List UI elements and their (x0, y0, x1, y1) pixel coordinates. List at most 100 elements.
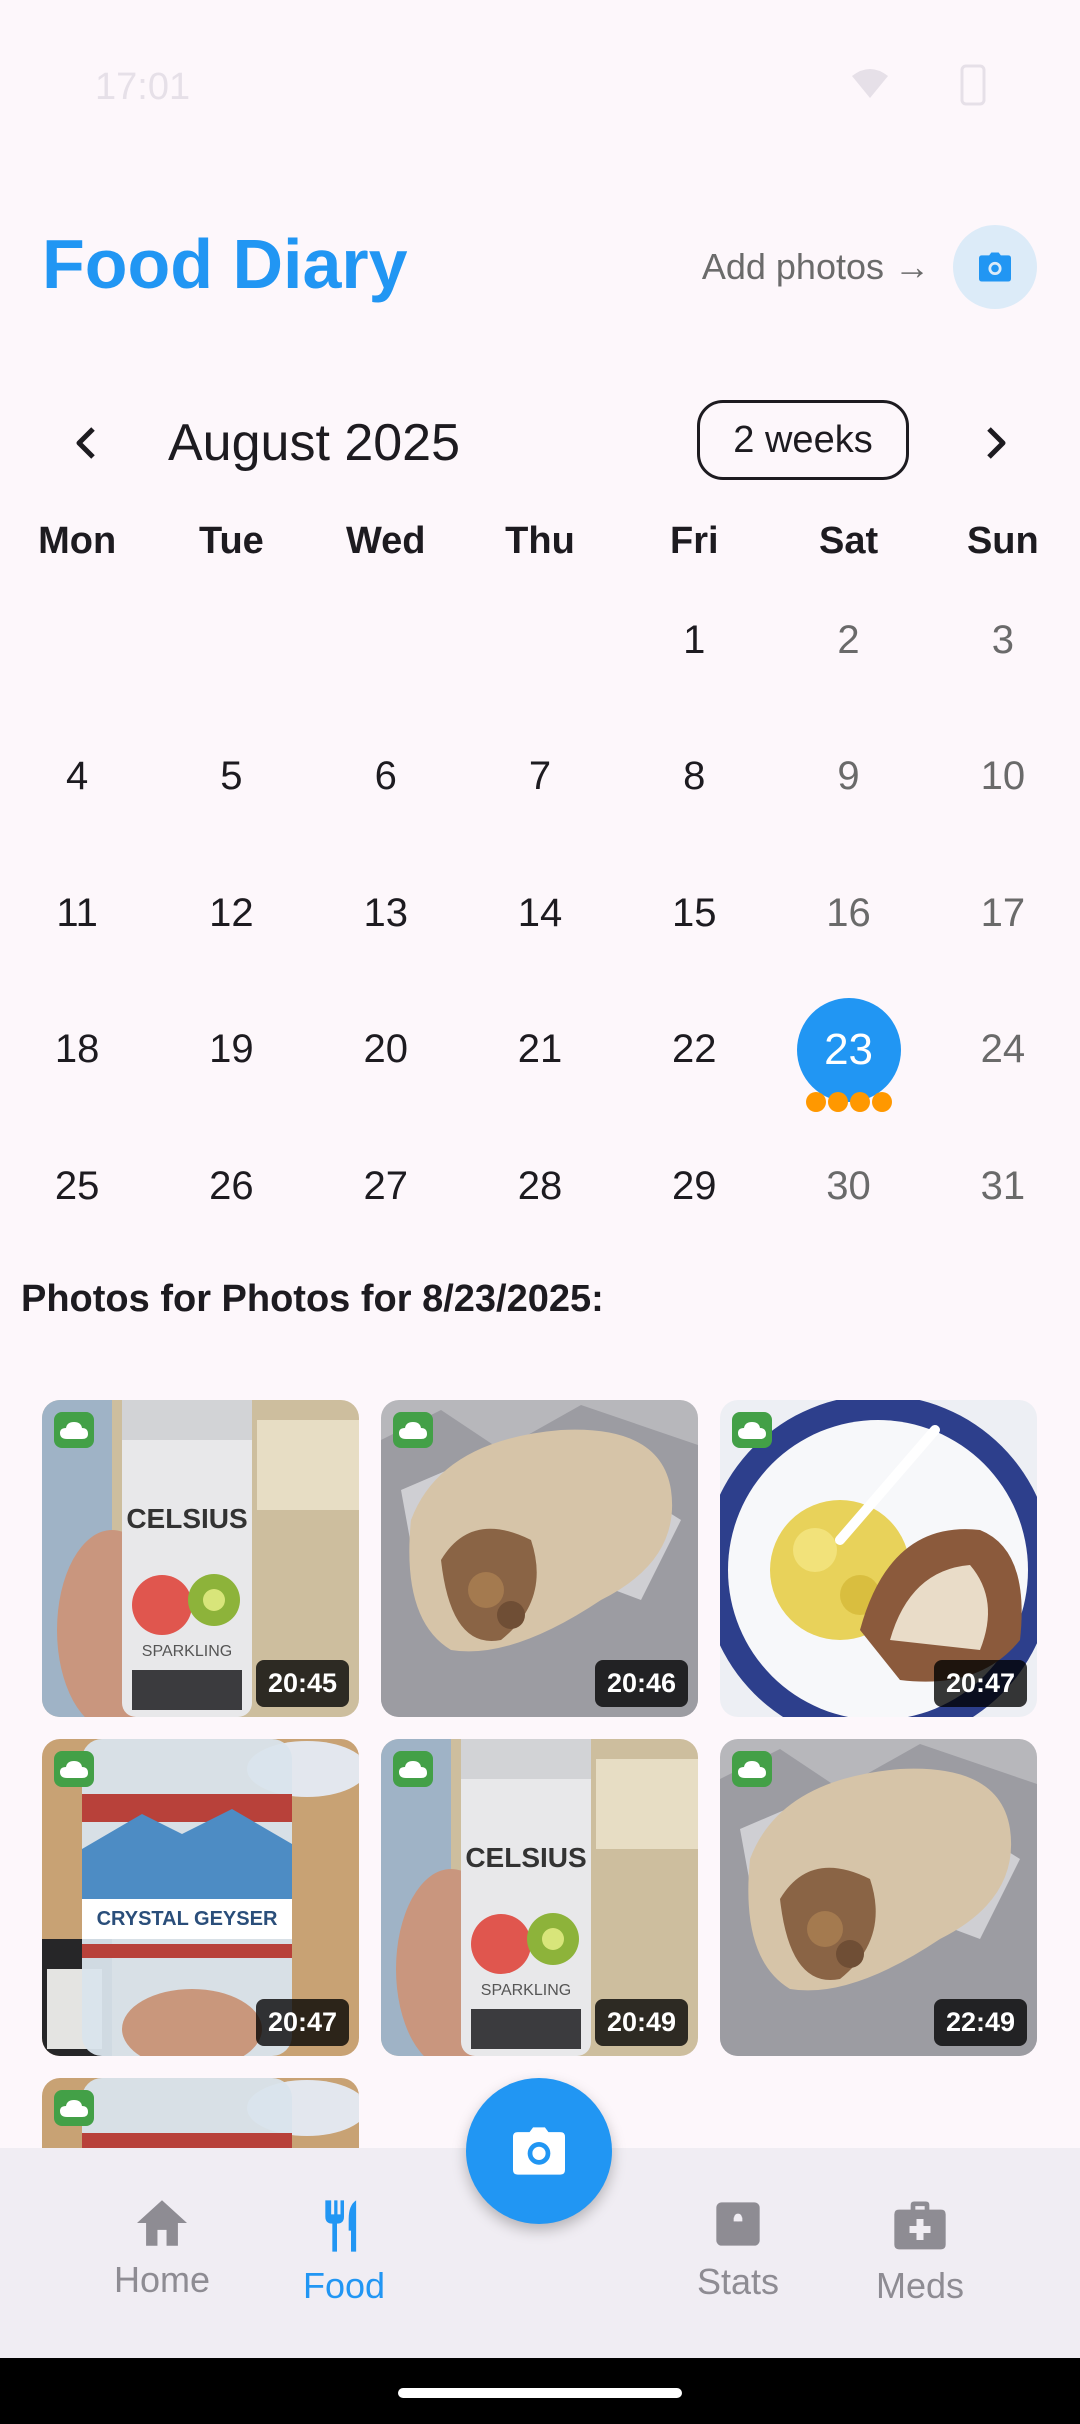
cloud-icon (54, 1751, 94, 1787)
calendar-day-17[interactable]: 17 (926, 863, 1080, 963)
calendar-week-row: 18 19 20 21 22 23 24 (0, 997, 1080, 1137)
weekday-label: Wed (345, 520, 426, 562)
calendar-week-row: 1 2 3 (0, 590, 1080, 727)
fork-knife-icon (325, 2200, 357, 2252)
photo-thumbnail[interactable]: 20:47 (720, 1400, 1037, 1717)
calendar-day-16[interactable]: 16 (771, 863, 925, 963)
entry-dot (849, 1091, 870, 1112)
calendar-day-6[interactable]: 6 (309, 727, 463, 827)
calendar-day-number: 25 (54, 1163, 100, 1208)
entry-dots (805, 1091, 892, 1112)
weekday-label: Tue (199, 520, 264, 562)
photo-thumbnail[interactable]: CELSIUS SPARKLING 20:49 (381, 1739, 698, 2056)
weekday-label: Fri (669, 520, 719, 562)
calendar-day-25[interactable]: 25 (0, 1136, 154, 1236)
calendar-day-12[interactable]: 12 (154, 863, 308, 963)
calendar-day-number: 9 (837, 754, 860, 798)
system-nav-bar (0, 2358, 1080, 2424)
status-time: 17:01 (95, 66, 191, 108)
photo-time-badge: 22:49 (933, 1999, 1027, 2046)
photo-grid: CELSIUS SPARKLING 20:45 20:46 20:47 CRYS… (42, 1400, 1042, 2150)
calendar-day-8[interactable]: 8 (617, 727, 771, 827)
nav-item-stats[interactable]: Stats (648, 2198, 828, 2303)
calendar-day-29[interactable]: 29 (617, 1136, 771, 1236)
chevron-right-icon (987, 427, 1006, 459)
calendar-day-19[interactable]: 19 (154, 1000, 308, 1100)
calendar-day-number: 30 (826, 1163, 871, 1208)
nav-label: Food (302, 2265, 386, 2306)
calendar-day-30[interactable]: 30 (771, 1136, 925, 1236)
calendar-day-number: 29 (672, 1163, 717, 1208)
calendar-day-3[interactable]: 3 (926, 590, 1080, 690)
photo-time-badge: 20:47 (933, 1660, 1027, 1707)
calendar-day-11[interactable]: 11 (0, 863, 154, 963)
calendar-day-number: 18 (54, 1027, 100, 1071)
calendar-day-21[interactable]: 21 (463, 1000, 617, 1100)
cloud-icon (393, 1412, 433, 1448)
calendar-day-number: 12 (209, 890, 254, 935)
calendar-day-number: 15 (672, 890, 717, 935)
calendar-day-number: 17 (980, 890, 1026, 935)
add-photos-hint: Add photos → (701, 246, 930, 287)
calendar-day-4[interactable]: 4 (0, 727, 154, 827)
camera-fab-button[interactable] (466, 2078, 612, 2224)
calendar-day-24[interactable]: 24 (926, 1000, 1080, 1100)
cloud-icon (54, 1412, 94, 1448)
nav-label: Stats (696, 2261, 780, 2302)
next-month-button[interactable] (968, 415, 1024, 471)
photo-time-badge: 20:46 (594, 1660, 688, 1707)
calendar-day-26[interactable]: 26 (154, 1136, 308, 1236)
page-title: Food Diary (42, 225, 408, 303)
calendar-day-27[interactable]: 27 (309, 1136, 463, 1236)
photo-thumbnail[interactable]: CRYSTAL GEYSER (42, 2078, 359, 2150)
calendar-day-5[interactable]: 5 (154, 727, 308, 827)
photo-thumbnail[interactable]: CELSIUS SPARKLING 20:45 (42, 1400, 359, 1717)
calendar-day-number: 23 (796, 997, 901, 1102)
battery-icon (960, 62, 986, 106)
photo-thumbnail[interactable]: CRYSTAL GEYSER 20:47 (42, 1739, 359, 2056)
calendar-day-15[interactable]: 15 (617, 863, 771, 963)
calendar-day-18[interactable]: 18 (0, 1000, 154, 1100)
range-toggle-button[interactable]: 2 weeks (697, 400, 909, 480)
calendar-week-row: 4 5 6 7 8 9 10 (0, 727, 1080, 864)
calendar-day-number: 21 (517, 1027, 563, 1071)
calendar-day-22[interactable]: 22 (617, 1000, 771, 1100)
calendar-day-number: 26 (209, 1163, 254, 1208)
calendar-day-10[interactable]: 10 (926, 727, 1080, 827)
svg-text:SPARKLING: SPARKLING (481, 1982, 571, 1999)
nav-item-meds[interactable]: Meds (830, 2198, 1010, 2307)
calendar-day-28[interactable]: 28 (463, 1136, 617, 1236)
photo-thumbnail[interactable]: 20:46 (381, 1400, 698, 1717)
calendar-grid: 1 2 3 4 5 6 7 8 9 10 11 12 13 14 15 16 17 18 19 20 21 22 23 24 2… (0, 590, 1080, 1273)
calendar-empty-cell (154, 590, 308, 690)
prev-month-button[interactable] (58, 415, 114, 471)
nav-item-home[interactable]: Home (72, 2198, 252, 2301)
calendar-day-number: 2 (837, 617, 860, 662)
wifi-icon (850, 66, 890, 100)
photo-time-badge: 20:47 (255, 1999, 349, 2046)
calendar-day-1[interactable]: 1 (617, 590, 771, 690)
calendar-day-31[interactable]: 31 (926, 1136, 1080, 1236)
calendar-day-13[interactable]: 13 (309, 863, 463, 963)
calendar-day-2[interactable]: 2 (771, 590, 925, 690)
home-gesture-handle[interactable] (398, 2388, 682, 2398)
calendar-day-9[interactable]: 9 (771, 727, 925, 827)
calendar-day-14[interactable]: 14 (463, 863, 617, 963)
photo-thumbnail[interactable]: 22:49 (720, 1739, 1037, 2056)
calendar-day-number: 31 (980, 1163, 1026, 1208)
calendar-day-number: 24 (980, 1027, 1026, 1071)
calendar-day-number: 6 (374, 754, 397, 798)
calendar-day-number: 27 (363, 1163, 408, 1208)
calendar-empty-cell (463, 590, 617, 690)
calendar-day-number: 7 (528, 754, 552, 798)
add-photos-button[interactable] (953, 225, 1037, 309)
entry-dot (827, 1091, 848, 1112)
calendar-day-23[interactable]: 23 (771, 997, 925, 1112)
camera-icon (979, 252, 1011, 282)
home-icon (137, 2200, 187, 2246)
nav-item-food[interactable]: Food (254, 2198, 434, 2307)
calendar-day-20[interactable]: 20 (309, 1000, 463, 1100)
entry-dot (805, 1091, 826, 1112)
calendar-day-7[interactable]: 7 (463, 727, 617, 827)
weekday-label: Mon (38, 520, 117, 562)
